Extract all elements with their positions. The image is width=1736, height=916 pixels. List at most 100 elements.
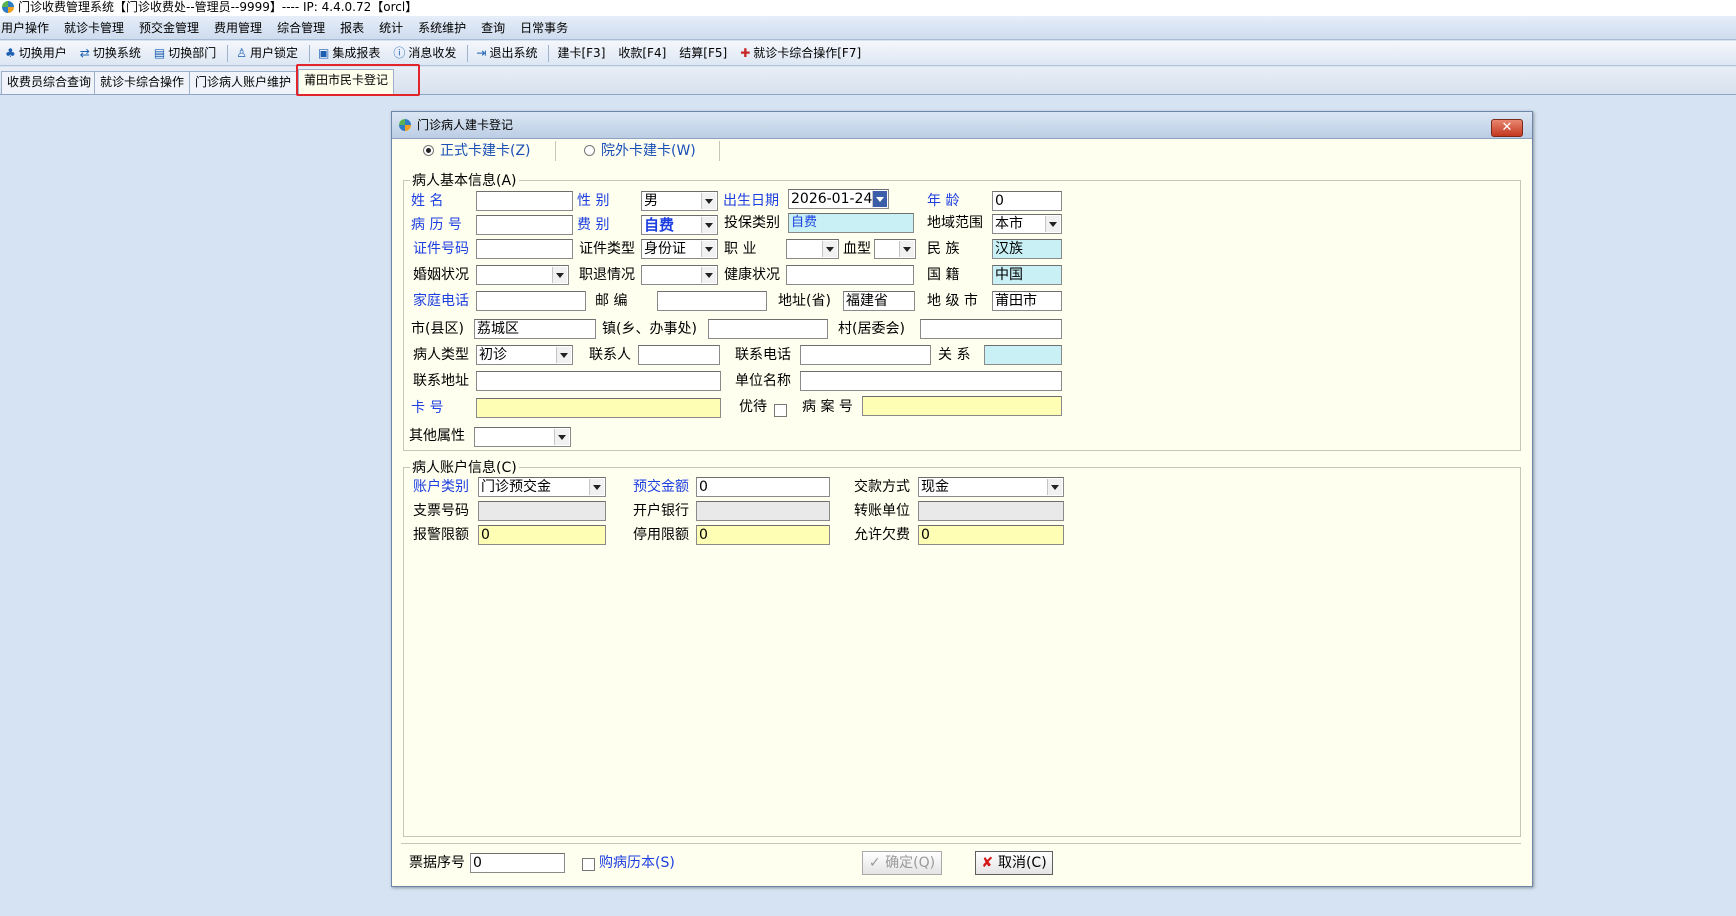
account-type-select[interactable]: 门诊预交金 (478, 477, 606, 497)
card-number-input[interactable] (476, 398, 721, 418)
chevron-down-icon[interactable] (701, 267, 716, 283)
menu-card-mgmt[interactable]: 就诊卡管理 (63, 16, 132, 40)
close-button[interactable]: ✕ (1491, 119, 1523, 137)
home-phone-input[interactable] (476, 291, 586, 311)
menu-statistics[interactable]: 统计 (378, 16, 411, 40)
card-number-label: 卡 号 (411, 400, 444, 416)
id-number-label: 证件号码 (413, 241, 469, 257)
chevron-down-icon[interactable] (701, 193, 716, 209)
stop-limit-input[interactable]: 0 (696, 525, 830, 545)
menu-reports[interactable]: 报表 (339, 16, 372, 40)
contact-address-input[interactable] (476, 371, 721, 391)
nation-input[interactable]: 中国 (992, 265, 1062, 285)
prepay-input[interactable]: 0 (696, 477, 830, 497)
alarm-limit-input[interactable]: 0 (478, 525, 606, 545)
exit-button[interactable]: ⇥ 退出系统 (471, 41, 537, 66)
chevron-down-icon[interactable] (556, 347, 571, 363)
relation-input[interactable] (984, 345, 1062, 365)
menu-prepay-mgmt[interactable]: 预交金管理 (138, 16, 207, 40)
tab-account-maint[interactable]: 门诊病人账户维护 (189, 71, 298, 94)
id-number-input[interactable] (476, 239, 573, 259)
menu-general-mgmt[interactable]: 综合管理 (276, 16, 333, 40)
toolbar-separator (309, 45, 310, 62)
menu-daily[interactable]: 日常事务 (519, 16, 576, 40)
integrated-report-button[interactable]: ▣ 集成报表 (313, 41, 380, 66)
name-input[interactable] (476, 191, 573, 211)
job-select[interactable] (786, 239, 839, 259)
fee-type-select[interactable]: 自费 (641, 215, 718, 235)
record-input[interactable] (476, 215, 573, 235)
overdraft-label: 允许欠费 (854, 527, 910, 543)
region-select[interactable]: 本市 (992, 214, 1062, 234)
switch-dept-button[interactable]: ▤ 切换部门 (149, 41, 216, 66)
menu-fee-mgmt[interactable]: 费用管理 (213, 16, 270, 40)
id-type-label: 证件类型 (579, 241, 635, 257)
village-input[interactable] (920, 319, 1062, 339)
ethnic-input[interactable]: 汉族 (992, 239, 1062, 259)
menu-system[interactable]: 系统维护 (417, 16, 474, 40)
buy-record-checkbox[interactable] (582, 858, 595, 871)
blood-select[interactable] (874, 239, 916, 259)
tab-cashier-query[interactable]: 收费员综合查询 (1, 71, 98, 94)
county-input[interactable]: 荔城区 (474, 319, 596, 339)
zip-input[interactable] (657, 291, 767, 311)
birth-date-picker[interactable]: 2026-01-24 (788, 189, 889, 209)
cancel-button[interactable]: ✘ 取消(C) (975, 851, 1053, 875)
transfer-unit-input[interactable] (918, 501, 1064, 521)
tab-card-ops[interactable]: 就诊卡综合操作 (94, 71, 191, 94)
card-ops-button[interactable]: ✚ 就诊卡综合操作[F7] (735, 41, 861, 66)
contact-input[interactable] (638, 345, 720, 365)
chevron-down-icon[interactable] (552, 267, 567, 283)
city-input[interactable]: 莆田市 (992, 291, 1062, 311)
radio-formal-card[interactable]: 正式卡建卡(Z) (423, 140, 531, 162)
radio-external-card[interactable]: 院外卡建卡(W) (584, 140, 696, 162)
receipt-number-input[interactable]: 0 (470, 853, 565, 873)
lock-user-button[interactable]: ♙ 用户锁定 (231, 41, 298, 66)
chevron-down-icon[interactable] (899, 241, 914, 257)
calendar-dropdown-icon[interactable] (872, 191, 887, 207)
gender-select[interactable]: 男 (641, 191, 718, 211)
menu-user-ops[interactable]: 用户操作 (0, 16, 57, 40)
other-attr-select[interactable] (474, 427, 571, 447)
switch-user-button[interactable]: ♣ 切换用户 (0, 41, 67, 66)
patient-type-select[interactable]: 初诊 (476, 345, 573, 365)
id-type-select[interactable]: 身份证 (641, 239, 718, 259)
other-attr-label: 其他属性 (409, 428, 465, 444)
confirm-button[interactable]: ✓ 确定(Q) (862, 851, 942, 875)
vip-checkbox[interactable] (774, 404, 787, 417)
overdraft-input[interactable]: 0 (918, 525, 1064, 545)
name-label: 姓 名 (411, 193, 444, 209)
case-number-input[interactable] (862, 396, 1062, 416)
charge-button[interactable]: 收款[F4] (613, 41, 666, 66)
nation-label: 国 籍 (927, 267, 960, 283)
pay-method-select[interactable]: 现金 (918, 477, 1064, 497)
age-input[interactable]: 0 (992, 191, 1062, 211)
unit-input[interactable] (800, 371, 1062, 391)
contact-phone-input[interactable] (800, 345, 931, 365)
build-card-button[interactable]: 建卡[F3] (552, 41, 605, 66)
menu-query[interactable]: 查询 (480, 16, 513, 40)
gender-label: 性 别 (577, 193, 610, 209)
chevron-down-icon[interactable] (554, 429, 569, 445)
health-input[interactable] (786, 265, 914, 285)
retire-select[interactable] (641, 265, 718, 285)
switch-system-button[interactable]: ⇄ 切换系统 (75, 41, 141, 66)
chevron-down-icon[interactable] (701, 217, 716, 233)
marital-select[interactable] (476, 265, 569, 285)
chevron-down-icon[interactable] (701, 241, 716, 257)
chevron-down-icon[interactable] (589, 479, 604, 495)
contact-address-label: 联系地址 (413, 373, 469, 389)
cheque-input[interactable] (478, 501, 606, 521)
receipt-number-label: 票据序号 (409, 855, 465, 871)
province-input[interactable]: 福建省 (843, 291, 915, 311)
chevron-down-icon[interactable] (822, 241, 837, 257)
chevron-down-icon[interactable] (1045, 216, 1060, 232)
town-input[interactable] (708, 319, 828, 339)
message-button[interactable]: ⓘ 消息收发 (388, 41, 456, 66)
bank-input[interactable] (696, 501, 830, 521)
buy-record-label[interactable]: 购病历本(S) (599, 853, 675, 873)
chevron-down-icon[interactable] (1047, 479, 1062, 495)
settle-button[interactable]: 结算[F5] (674, 41, 727, 66)
insure-input[interactable]: 自费 (788, 213, 914, 233)
confirm-label: 确定(Q) (885, 855, 936, 871)
